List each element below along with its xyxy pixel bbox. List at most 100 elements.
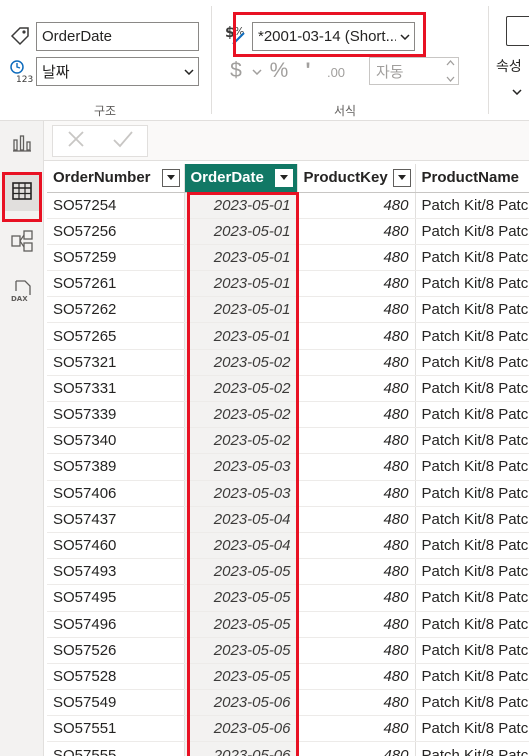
- column-name-input[interactable]: OrderDate: [36, 22, 199, 51]
- table-row[interactable]: SO572592023-05-01480Patch Kit/8 Patches: [47, 244, 529, 272]
- table-row[interactable]: SO572612023-05-01480Patch Kit/8 Patches: [47, 270, 529, 298]
- format-select[interactable]: *2001-03-14 (Short...: [252, 22, 415, 51]
- table-row[interactable]: SO574952023-05-05480Patch Kit/8 Patches: [47, 584, 529, 612]
- order-number-cell[interactable]: SO57555: [47, 741, 185, 756]
- order-date-cell[interactable]: 2023-05-02: [184, 375, 298, 403]
- product-key-cell[interactable]: 480: [297, 427, 416, 455]
- table-row[interactable]: SO572622023-05-01480Patch Kit/8 Patches: [47, 296, 529, 324]
- order-date-cell[interactable]: 2023-05-06: [184, 741, 298, 756]
- order-number-cell[interactable]: SO57254: [47, 192, 185, 219]
- column-header-orderdate[interactable]: OrderDate: [184, 164, 298, 193]
- table-row[interactable]: SO574372023-05-04480Patch Kit/8 Patches: [47, 506, 529, 533]
- table-row[interactable]: SO574932023-05-05480Patch Kit/8 Patches: [47, 558, 529, 586]
- order-number-cell[interactable]: SO57495: [47, 584, 185, 612]
- table-row[interactable]: SO572542023-05-01480Patch Kit/8 Patches: [47, 192, 529, 219]
- table-row[interactable]: SO572652023-05-01480Patch Kit/8 Patches: [47, 322, 529, 350]
- order-date-cell[interactable]: 2023-05-02: [184, 349, 298, 376]
- product-key-cell[interactable]: 480: [297, 349, 416, 376]
- order-date-cell[interactable]: 2023-05-03: [184, 480, 298, 507]
- product-key-cell[interactable]: 480: [297, 375, 416, 403]
- order-date-cell[interactable]: 2023-05-01: [184, 244, 298, 272]
- order-number-cell[interactable]: SO57261: [47, 270, 185, 298]
- order-number-cell[interactable]: SO57339: [47, 401, 185, 429]
- product-key-cell[interactable]: 480: [297, 480, 416, 507]
- order-number-cell[interactable]: SO57406: [47, 480, 185, 507]
- order-number-cell[interactable]: SO57460: [47, 532, 185, 560]
- filter-dropdown-icon[interactable]: [161, 168, 180, 187]
- chevron-down-icon[interactable]: [250, 62, 264, 82]
- product-name-cell[interactable]: Patch Kit/8 Patches: [415, 480, 529, 507]
- product-name-cell[interactable]: Patch Kit/8 Patches: [415, 427, 529, 455]
- table-row[interactable]: SO575492023-05-06480Patch Kit/8 Patches: [47, 689, 529, 717]
- product-name-cell[interactable]: Patch Kit/8 Patches: [415, 192, 529, 219]
- order-date-cell[interactable]: 2023-05-05: [184, 558, 298, 586]
- order-number-cell[interactable]: SO57496: [47, 611, 185, 638]
- properties-button[interactable]: 속성: [496, 10, 529, 100]
- product-key-cell[interactable]: 480: [297, 611, 416, 638]
- product-name-cell[interactable]: Patch Kit/8 Patches: [415, 401, 529, 429]
- order-date-cell[interactable]: 2023-05-02: [184, 427, 298, 455]
- product-name-cell[interactable]: Patch Kit/8 Patches: [415, 506, 529, 533]
- formula-input[interactable]: [156, 125, 529, 157]
- order-date-cell[interactable]: 2023-05-05: [184, 584, 298, 612]
- product-name-cell[interactable]: Patch Kit/8 Patches: [415, 218, 529, 245]
- table-row[interactable]: SO573892023-05-03480Patch Kit/8 Patches: [47, 453, 529, 481]
- dax-query-view-button[interactable]: DAX: [4, 275, 40, 311]
- product-key-cell[interactable]: 480: [297, 218, 416, 245]
- product-key-cell[interactable]: 480: [297, 532, 416, 560]
- order-number-cell[interactable]: SO57265: [47, 322, 185, 350]
- column-header-ordernumber[interactable]: OrderNumber: [47, 164, 185, 193]
- comma-button[interactable]: ': [300, 58, 316, 84]
- order-date-cell[interactable]: 2023-05-01: [184, 192, 298, 219]
- filter-dropdown-icon[interactable]: [274, 168, 293, 187]
- order-date-cell[interactable]: 2023-05-03: [184, 453, 298, 481]
- product-key-cell[interactable]: 480: [297, 192, 416, 219]
- table-row[interactable]: SO575512023-05-06480Patch Kit/8 Patches: [47, 715, 529, 743]
- order-date-cell[interactable]: 2023-05-01: [184, 218, 298, 245]
- order-number-cell[interactable]: SO57340: [47, 427, 185, 455]
- product-name-cell[interactable]: Patch Kit/8 Patches: [415, 453, 529, 481]
- product-key-cell[interactable]: 480: [297, 584, 416, 612]
- table-row[interactable]: SO575262023-05-05480Patch Kit/8 Patches: [47, 637, 529, 664]
- order-number-cell[interactable]: SO57321: [47, 349, 185, 376]
- report-view-button[interactable]: [4, 127, 40, 163]
- product-key-cell[interactable]: 480: [297, 453, 416, 481]
- table-row[interactable]: SO573312023-05-02480Patch Kit/8 Patches: [47, 375, 529, 403]
- cancel-icon[interactable]: [66, 129, 86, 154]
- product-name-cell[interactable]: Patch Kit/8 Patches: [415, 637, 529, 664]
- product-name-cell[interactable]: Patch Kit/8 Patches: [415, 375, 529, 403]
- order-date-cell[interactable]: 2023-05-05: [184, 637, 298, 664]
- table-row[interactable]: SO574602023-05-04480Patch Kit/8 Patches: [47, 532, 529, 560]
- data-type-select[interactable]: 날짜: [36, 57, 199, 86]
- product-key-cell[interactable]: 480: [297, 637, 416, 664]
- product-key-cell[interactable]: 480: [297, 322, 416, 350]
- currency-button[interactable]: $: [226, 58, 246, 84]
- product-name-cell[interactable]: Patch Kit/8 Patches: [415, 611, 529, 638]
- order-number-cell[interactable]: SO57389: [47, 453, 185, 481]
- product-key-cell[interactable]: 480: [297, 244, 416, 272]
- order-date-cell[interactable]: 2023-05-01: [184, 322, 298, 350]
- order-number-cell[interactable]: SO57256: [47, 218, 185, 245]
- table-row[interactable]: SO573402023-05-02480Patch Kit/8 Patches: [47, 427, 529, 455]
- product-key-cell[interactable]: 480: [297, 506, 416, 533]
- product-name-cell[interactable]: Patch Kit/8 Patches: [415, 349, 529, 376]
- column-header-productname[interactable]: ProductName: [415, 164, 529, 193]
- product-name-cell[interactable]: Patch Kit/8 Patches: [415, 689, 529, 717]
- column-header-productkey[interactable]: ProductKey: [297, 164, 416, 193]
- order-date-cell[interactable]: 2023-05-05: [184, 663, 298, 691]
- product-key-cell[interactable]: 480: [297, 401, 416, 429]
- order-date-cell[interactable]: 2023-05-01: [184, 270, 298, 298]
- order-date-cell[interactable]: 2023-05-01: [184, 296, 298, 324]
- product-name-cell[interactable]: Patch Kit/8 Patches: [415, 532, 529, 560]
- product-name-cell[interactable]: Patch Kit/8 Patches: [415, 296, 529, 324]
- order-number-cell[interactable]: SO57262: [47, 296, 185, 324]
- table-row[interactable]: SO574062023-05-03480Patch Kit/8 Patches: [47, 480, 529, 507]
- product-key-cell[interactable]: 480: [297, 296, 416, 324]
- order-number-cell[interactable]: SO57551: [47, 715, 185, 743]
- product-name-cell[interactable]: Patch Kit/8 Patches: [415, 741, 529, 756]
- order-number-cell[interactable]: SO57528: [47, 663, 185, 691]
- decimal-places-input[interactable]: 자동: [369, 57, 459, 85]
- decimal-button[interactable]: .00: [322, 60, 350, 84]
- table-row[interactable]: SO572562023-05-01480Patch Kit/8 Patches: [47, 218, 529, 245]
- product-key-cell[interactable]: 480: [297, 715, 416, 743]
